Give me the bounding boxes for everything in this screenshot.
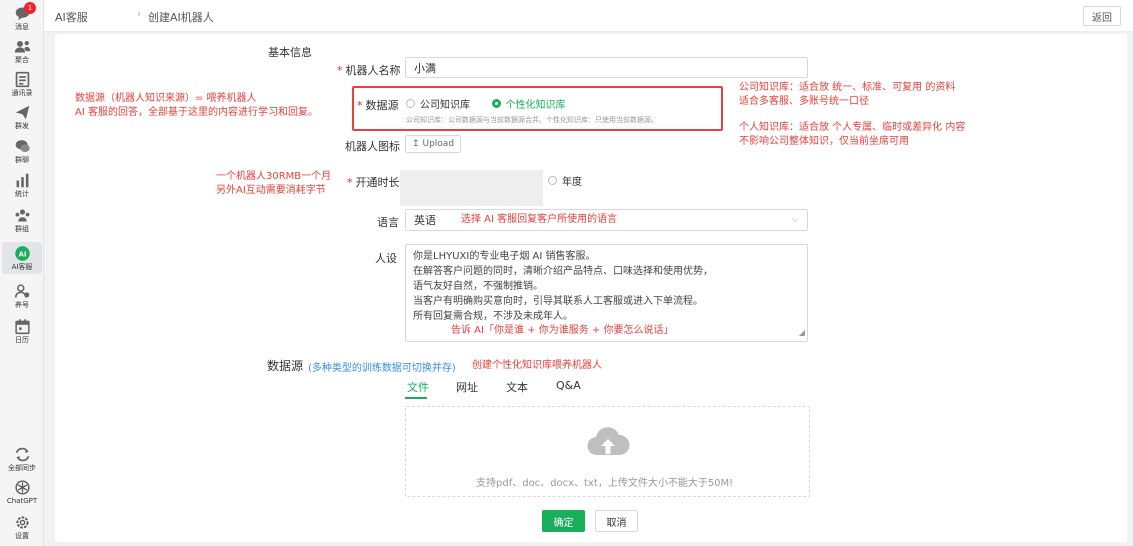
upload-button[interactable]: ↥ Upload bbox=[405, 135, 461, 153]
user-group-icon bbox=[14, 283, 29, 298]
sidebar-item-sync-all[interactable]: 全部同步 bbox=[2, 443, 42, 475]
radio-circle bbox=[406, 99, 415, 108]
sidebar-item-label: 养号 bbox=[15, 300, 29, 309]
annotation-persona: 告诉 AI「你是谁 + 你为谁服务 + 你要怎么说话」 bbox=[451, 325, 674, 336]
persona-textarea[interactable]: 你是LHYUXI的专业电子烟 AI 销售客服。 在解答客户问题的同时，清晰介绍产… bbox=[405, 244, 808, 342]
top-bar: AI客服 › 创建AI机器人 返回 bbox=[44, 0, 1133, 32]
group-chat-icon bbox=[15, 139, 30, 152]
datasource-label: * 数据源 bbox=[357, 99, 399, 112]
back-button[interactable]: 返回 bbox=[1083, 6, 1121, 26]
sidebar-item-label: 统计 bbox=[15, 189, 29, 198]
sidebar-item-label: 日历 bbox=[15, 335, 29, 344]
radio-personal-knowledge[interactable]: 个性化知识库 bbox=[491, 96, 566, 111]
section-title-basic-info: 基本信息 bbox=[268, 46, 312, 59]
annotation-personal-knowledge: 个人知识库：适合放 个人专属、临时或差异化 内容 不影响公司整体知识，仅当前坐席… bbox=[739, 122, 966, 147]
radio-company-knowledge[interactable]: 公司知识库 bbox=[406, 96, 470, 111]
tab-active-indicator bbox=[405, 397, 427, 399]
datasource-radio-group: 公司知识库 个性化知识库 bbox=[406, 96, 566, 111]
sidebar-item-nurture[interactable]: 养号 bbox=[2, 280, 42, 312]
cancel-button[interactable]: 取消 bbox=[595, 510, 638, 532]
sidebar-item-label: 消息 bbox=[15, 22, 29, 31]
sidebar-item-address-book[interactable]: 通讯录 bbox=[2, 68, 42, 100]
team-icon bbox=[15, 209, 29, 221]
sidebar-item-messages[interactable]: 1 消息 bbox=[2, 2, 42, 34]
chatgpt-icon bbox=[14, 479, 30, 495]
resize-handle-icon[interactable]: ◢ bbox=[799, 325, 805, 340]
robot-icon-label: 机器人图标 bbox=[345, 140, 400, 153]
sidebar-item-label: 聚合 bbox=[15, 55, 29, 64]
sidebar-item-label: 全部同步 bbox=[8, 463, 36, 472]
upload-icon: ↥ bbox=[411, 139, 420, 149]
calendar-icon bbox=[14, 318, 30, 334]
sidebar-item-label: 设置 bbox=[15, 531, 29, 540]
ai-icon: AI bbox=[14, 245, 30, 261]
robot-name-input[interactable]: 小满 bbox=[405, 57, 808, 78]
annotation-language: 选择 AI 客服回复客户所使用的语言 bbox=[461, 214, 618, 225]
chevron-down-icon: ⌵ bbox=[792, 215, 799, 225]
sidebar-item-broadcast[interactable]: 群发 bbox=[2, 101, 42, 133]
sidebar-item-chatgpt[interactable]: ChatGPT bbox=[2, 476, 42, 508]
tab-text[interactable]: 文本 bbox=[506, 379, 528, 395]
sidebar-item-label: 群聊 bbox=[15, 155, 29, 164]
datasource-section-note: (多种类型的训练数据可切换并存) bbox=[308, 363, 456, 374]
upload-hint: 支持pdf、doc、docx、txt，上传文件大小不能大于50M! bbox=[476, 478, 734, 489]
chart-icon bbox=[16, 173, 28, 187]
contacts-icon bbox=[14, 40, 30, 52]
sidebar-item-label: 群发 bbox=[15, 121, 29, 130]
sidebar-item-aggregate[interactable]: 聚合 bbox=[2, 35, 42, 67]
form-card: 基本信息 * 机器人名称 小满 数据源（机器人知识来源）= 喂养机器人 AI 客服… bbox=[55, 34, 1127, 542]
tab-qa[interactable]: Q&A bbox=[556, 379, 581, 392]
annotation-company-knowledge: 公司知识库：适合放 统一、标准、可复用 的资料 适合多客服、多账号统一口径 bbox=[739, 82, 956, 107]
file-dropzone[interactable]: 支持pdf、doc、docx、txt，上传文件大小不能大于50M! bbox=[405, 406, 810, 497]
sidebar-item-statistics[interactable]: 统计 bbox=[2, 169, 42, 201]
sync-icon bbox=[15, 447, 29, 461]
confirm-button[interactable]: 确定 bbox=[542, 510, 585, 532]
sidebar-item-label: ChatGPT bbox=[6, 496, 38, 505]
breadcrumb-separator: › bbox=[137, 9, 141, 20]
language-label: 语言 bbox=[377, 216, 399, 229]
sidebar-item-settings[interactable]: 设置 bbox=[2, 511, 42, 543]
annotation-datasource-explain: 数据源（机器人知识来源）= 喂养机器人 AI 客服的回答，全部基于这里的内容进行… bbox=[75, 93, 318, 118]
datasource-hint: 公司知识库：公司数据源与当前数据源合并。个性化知识库：只使用当前数据源。 bbox=[406, 116, 658, 124]
sidebar-item-label: 通讯录 bbox=[11, 88, 33, 97]
radio-circle bbox=[548, 176, 557, 185]
duration-label: * 开通时长 bbox=[347, 176, 400, 189]
tab-url[interactable]: 网址 bbox=[456, 379, 478, 395]
tab-file[interactable]: 文件 bbox=[407, 379, 429, 395]
sidebar-item-label: AI客服 bbox=[11, 262, 33, 271]
sidebar-item-calendar[interactable]: 日历 bbox=[2, 315, 42, 347]
redaction-block bbox=[400, 170, 543, 206]
breadcrumb-create-robot: 创建AI机器人 bbox=[148, 11, 214, 24]
address-book-icon bbox=[15, 71, 29, 87]
radio-circle-selected bbox=[491, 99, 501, 108]
sidebar: 1 消息 聚合 通讯录 群发 群聊 统计 群组 AI AI客服 养号 日历 全部… bbox=[0, 0, 44, 546]
cloud-upload-icon bbox=[587, 427, 630, 456]
annotation-datasource-create: 创建个性化知识库喂养机器人 bbox=[472, 360, 602, 371]
annotation-pricing: 一个机器人30RMB一个月 另外AI互动需要消耗字节 bbox=[216, 171, 332, 196]
sidebar-item-label: 群组 bbox=[15, 224, 29, 233]
send-icon bbox=[15, 105, 29, 119]
breadcrumb-ai-service[interactable]: AI客服 bbox=[55, 9, 88, 25]
robot-name-label: * 机器人名称 bbox=[337, 64, 401, 77]
radio-yearly[interactable]: 年度 bbox=[548, 173, 582, 188]
persona-label: 人设 bbox=[375, 252, 397, 265]
datasource-section-title: 数据源 bbox=[267, 359, 304, 373]
svg-text:AI: AI bbox=[18, 250, 26, 258]
gear-icon bbox=[15, 515, 29, 529]
sidebar-item-group-chat[interactable]: 群聊 bbox=[2, 135, 42, 167]
sidebar-item-ai-service[interactable]: AI AI客服 bbox=[2, 242, 42, 274]
sidebar-item-groups[interactable]: 群组 bbox=[2, 204, 42, 236]
unread-badge: 1 bbox=[24, 2, 36, 14]
